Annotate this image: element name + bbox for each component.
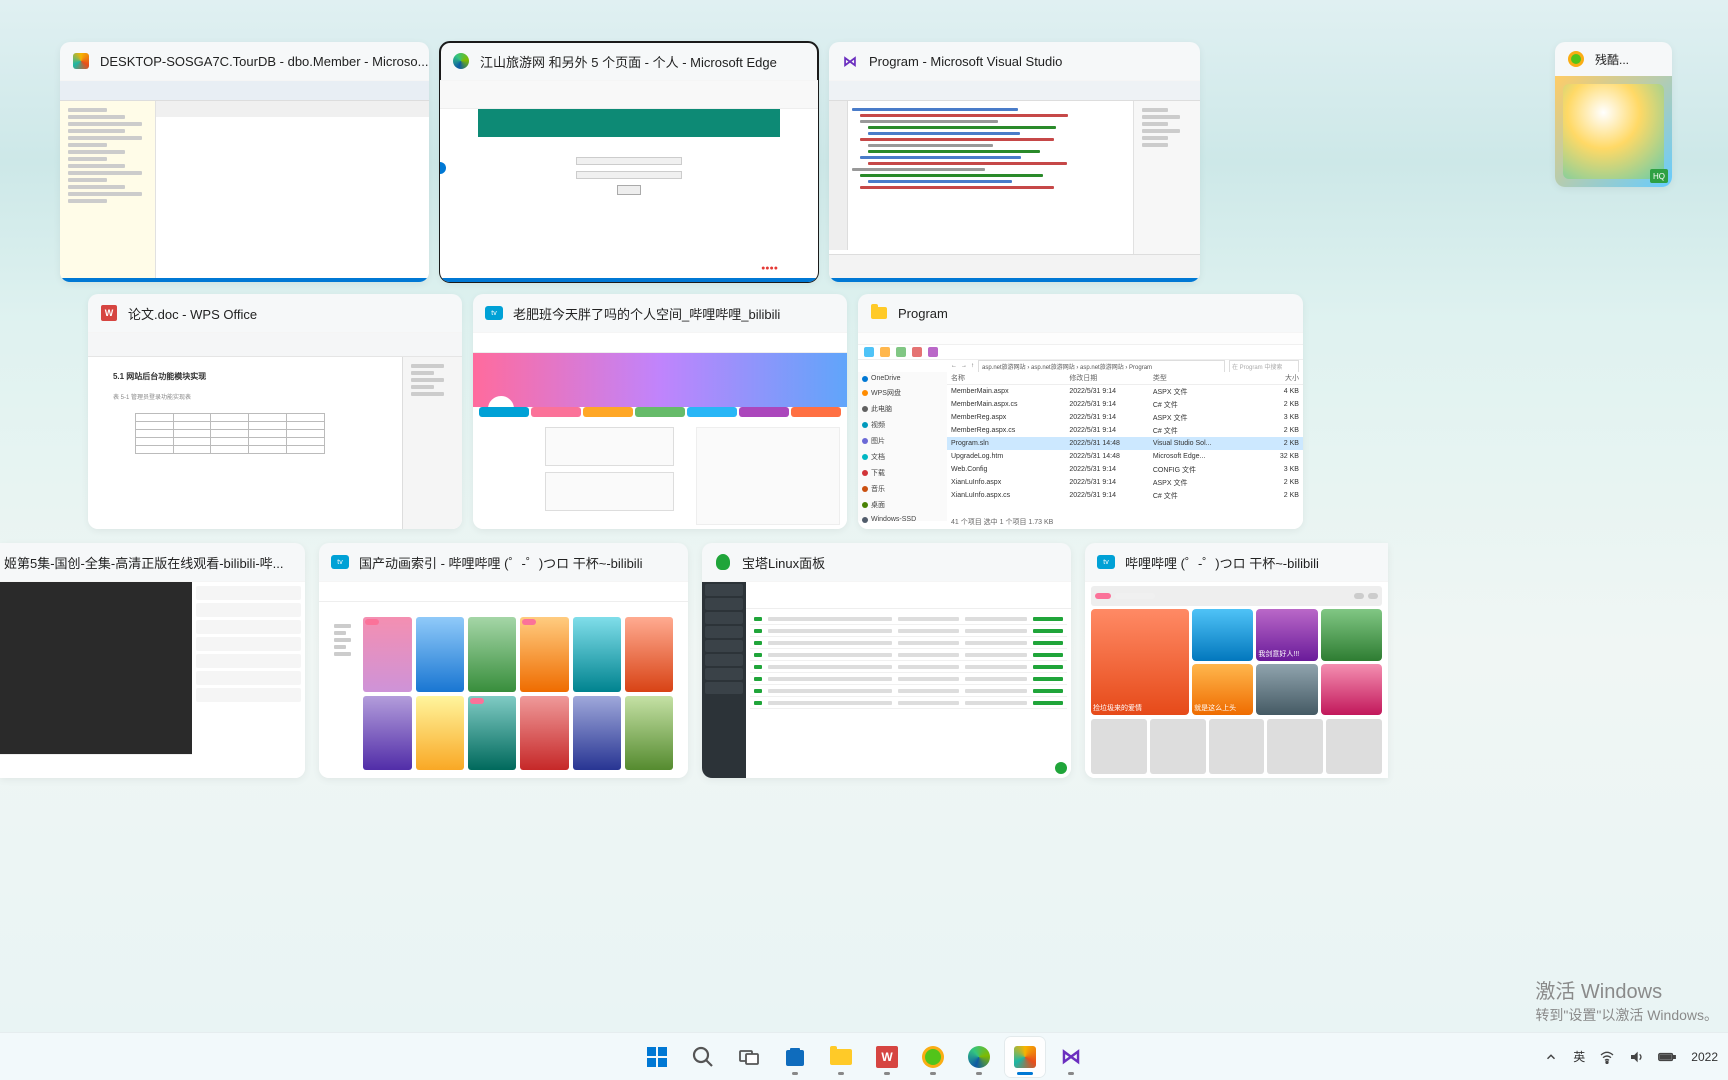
window-edge[interactable]: 江山旅游网 和另外 5 个页面 - 个人 - Microsoft Edge ●●… xyxy=(440,42,818,282)
close-icon[interactable] xyxy=(793,53,807,67)
window-bilibili-video[interactable]: 姬第5集-国创-全集-高清正版在线观看-bilibili-哔... xyxy=(0,543,305,778)
window-title: DESKTOP-SOSGA7C.TourDB - dbo.Member - Mi… xyxy=(100,54,428,69)
search-button[interactable] xyxy=(683,1037,723,1077)
visual-studio-icon: ⋈ xyxy=(841,52,859,70)
nav-item[interactable]: 下载 xyxy=(858,465,947,481)
window-thumbnail xyxy=(702,581,1071,778)
wifi-icon[interactable] xyxy=(1595,1037,1619,1077)
taskbar-app-explorer[interactable] xyxy=(821,1037,861,1077)
window-baota[interactable]: 宝塔Linux面板 xyxy=(702,543,1071,778)
search-input[interactable]: 在 Program 中搜索 xyxy=(1229,360,1299,373)
nav-item[interactable]: 视频 xyxy=(858,417,947,433)
baota-icon xyxy=(714,553,732,571)
window-thumbnail xyxy=(0,581,305,778)
table-row[interactable]: MemberReg.aspx2022/5/31 9:14ASPX 文件3 KB xyxy=(947,411,1303,424)
window-visual-studio[interactable]: ⋈ Program - Microsoft Visual Studio xyxy=(829,42,1200,282)
nav-item[interactable]: Windows-SSD xyxy=(858,513,947,526)
tray-overflow-icon[interactable] xyxy=(1539,1037,1563,1077)
taskbar-app-wps[interactable]: W xyxy=(867,1037,907,1077)
nav-item[interactable]: OneDrive xyxy=(858,372,947,385)
nav-item[interactable]: 文档 xyxy=(858,449,947,465)
ssms-icon xyxy=(72,52,90,70)
window-explorer[interactable]: Program ←→↑ asp.net旅游网 xyxy=(858,294,1303,529)
table-row[interactable]: XianLuInfo.aspx.cs2022/5/31 9:14C# 文件2 K… xyxy=(947,489,1303,502)
window-sql[interactable]: DESKTOP-SOSGA7C.TourDB - dbo.Member - Mi… xyxy=(60,42,429,282)
edge-icon xyxy=(452,52,470,70)
close-icon[interactable] xyxy=(822,305,836,319)
task-view: DESKTOP-SOSGA7C.TourDB - dbo.Member - Mi… xyxy=(0,0,1728,1080)
bilibili-icon: tv xyxy=(485,304,503,322)
table-row[interactable]: Web.Config2022/5/31 9:14CONFIG 文件3 KB xyxy=(947,463,1303,476)
nav-item[interactable]: 图片 xyxy=(858,433,947,449)
window-title: 姬第5集-国创-全集-高清正版在线观看-bilibili-哔... xyxy=(4,553,284,572)
window-bilibili-space[interactable]: tv 老肥班今天胖了吗的个人空间_哔哩哔哩_bilibili xyxy=(473,294,847,529)
window-title: 残酷... xyxy=(1595,51,1629,68)
table-row[interactable]: XianLuInfo.aspx2022/5/31 9:14ASPX 文件2 KB xyxy=(947,476,1303,489)
taskbar-app-ssms[interactable] xyxy=(1005,1037,1045,1077)
bilibili-icon: tv xyxy=(331,553,349,571)
window-thumbnail xyxy=(319,581,688,778)
window-wps[interactable]: W 论文.doc - WPS Office 5.1 网站后台功能模块实现 表 5… xyxy=(88,294,462,529)
volume-icon[interactable] xyxy=(1625,1037,1649,1077)
nav-item[interactable]: WPS网盘 xyxy=(858,385,947,401)
nav-item[interactable]: 桌面 xyxy=(858,497,947,513)
window-bilibili-anime-index[interactable]: tv 国产动画索引 - 哔哩哔哩 (゜-゜)つロ 干杯~-bilibili xyxy=(319,543,688,778)
window-thumbnail: 5.1 网站后台功能模块实现 表 5-1 管理员登录功能实现表 xyxy=(88,332,462,529)
window-thumbnail xyxy=(60,80,429,282)
window-thumbnail xyxy=(473,332,847,529)
taskbar-app-edge[interactable] xyxy=(959,1037,999,1077)
window-title: 江山旅游网 和另外 5 个页面 - 个人 - Microsoft Edge xyxy=(480,52,777,71)
nav-item[interactable]: Data (D:) xyxy=(858,526,947,529)
window-title: 论文.doc - WPS Office xyxy=(128,304,257,323)
taskbar-app-music[interactable] xyxy=(913,1037,953,1077)
close-icon[interactable] xyxy=(1046,554,1060,568)
folder-icon xyxy=(870,304,888,322)
table-row[interactable]: MemberMain.aspx.cs2022/5/31 9:14C# 文件2 K… xyxy=(947,398,1303,411)
taskbar-center: W ⋈ xyxy=(637,1037,1091,1077)
table-row[interactable]: MemberMain.aspx2022/5/31 9:14ASPX 文件4 KB xyxy=(947,385,1303,398)
window-title: 国产动画索引 - 哔哩哔哩 (゜-゜)つロ 干杯~-bilibili xyxy=(359,553,642,572)
window-title: 哔哩哔哩 (゜-゜)つロ 干杯~-bilibili xyxy=(1125,553,1319,572)
table-row[interactable]: Program.sln2022/5/31 14:48Visual Studio … xyxy=(947,437,1303,450)
window-thumbnail: ←→↑ asp.net旅游网站 › asp.net旅游网站 › asp.net旅… xyxy=(858,332,1303,529)
app-icon xyxy=(1567,50,1585,68)
hq-badge: HQ xyxy=(1650,169,1668,183)
battery-icon[interactable] xyxy=(1655,1037,1679,1077)
table-row[interactable]: MemberReg.aspx.cs2022/5/31 9:14C# 文件2 KB xyxy=(947,424,1303,437)
taskbar-app-store[interactable] xyxy=(775,1037,815,1077)
taskbar-app-visual-studio[interactable]: ⋈ xyxy=(1051,1037,1091,1077)
document-heading: 5.1 网站后台功能模块实现 xyxy=(113,371,385,382)
window-title: 老肥班今天胖了吗的个人空间_哔哩哔哩_bilibili xyxy=(513,304,780,323)
ime-indicator[interactable]: 英 xyxy=(1569,1037,1589,1077)
close-icon[interactable] xyxy=(437,305,451,319)
breadcrumb[interactable]: asp.net旅游网站 › asp.net旅游网站 › asp.net旅游网站 … xyxy=(978,360,1225,373)
window-bilibili-home[interactable]: tv 哔哩哔哩 (゜-゜)つロ 干杯~-bilibili 捡垃圾来的爱情 xyxy=(1085,543,1388,778)
close-icon[interactable] xyxy=(1175,53,1189,67)
wps-icon: W xyxy=(100,304,118,322)
nav-item[interactable]: 此电脑 xyxy=(858,401,947,417)
window-title: Program - Microsoft Visual Studio xyxy=(869,54,1062,69)
close-icon[interactable] xyxy=(280,554,294,568)
clock[interactable]: 2022 xyxy=(1685,1037,1724,1077)
table-row[interactable]: UpgradeLog.htm2022/5/31 14:48Microsoft E… xyxy=(947,450,1303,463)
window-thumbnail: HQ xyxy=(1555,76,1672,187)
bilibili-icon: tv xyxy=(1097,553,1115,571)
window-thumbnail: ●●●● xyxy=(440,80,818,282)
close-icon[interactable] xyxy=(404,53,418,67)
window-title: 宝塔Linux面板 xyxy=(742,553,825,572)
window-thumbnail: 捡垃圾来的爱情 我剑意好人!!! 就是这么上头 xyxy=(1085,581,1388,778)
nav-item[interactable]: 音乐 xyxy=(858,481,947,497)
window-title: Program xyxy=(898,306,948,321)
system-tray: 英 2022 xyxy=(1539,1037,1724,1077)
close-icon[interactable] xyxy=(1278,305,1292,319)
start-button[interactable] xyxy=(637,1037,677,1077)
status-bar: 41 个项目 选中 1 个项目 1.73 KB xyxy=(947,517,1057,527)
close-icon[interactable] xyxy=(663,554,677,568)
task-view-button[interactable] xyxy=(729,1037,769,1077)
window-zanku[interactable]: 残酷... HQ xyxy=(1555,42,1672,187)
window-thumbnail xyxy=(829,80,1200,282)
taskbar: W ⋈ 英 xyxy=(0,1032,1728,1080)
